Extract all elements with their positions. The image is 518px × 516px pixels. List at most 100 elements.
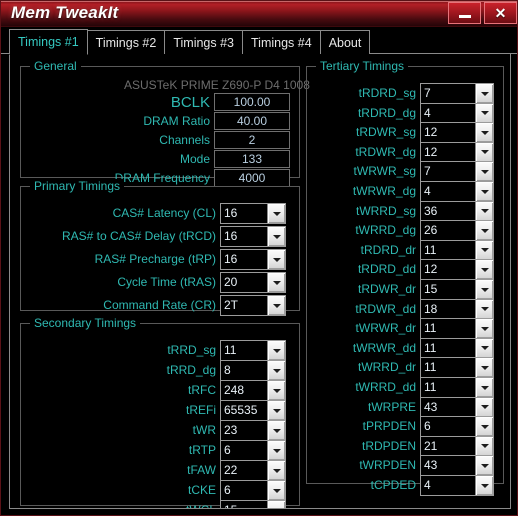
chevron-down-icon[interactable] [267, 501, 285, 508]
secondary-combo-trrd-dg[interactable]: 8 [220, 360, 286, 381]
chevron-down-icon[interactable] [475, 84, 493, 103]
tertiary-combo-twrrd-dr[interactable]: 11 [420, 357, 494, 379]
chevron-down-icon[interactable] [267, 381, 285, 400]
tertiary-label-trdrd-dd: tRDRD_dd [357, 262, 416, 277]
tertiary-combo-twrwr-dg[interactable]: 4 [420, 181, 494, 202]
chevron-down-icon[interactable] [267, 296, 285, 315]
tertiary-label-trdpden: tRDPDEN [361, 438, 416, 453]
chevron-down-icon[interactable] [475, 123, 493, 143]
chevron-down-icon[interactable] [475, 397, 493, 417]
chevron-down-icon[interactable] [475, 280, 493, 299]
tab-about[interactable]: About [319, 30, 371, 54]
chevron-down-icon[interactable] [475, 417, 493, 437]
chevron-down-glyph [272, 368, 281, 373]
chevron-down-icon[interactable] [475, 103, 493, 123]
chevron-down-icon[interactable] [475, 456, 493, 476]
tertiary-row: tWRWR_sg 7 [306, 161, 496, 183]
primary-combo-ras-precharge-trp-[interactable]: 16 [220, 249, 286, 270]
tertiary-combo-twrpden[interactable]: 43 [420, 455, 494, 477]
tertiary-combo-twrwr-sg[interactable]: 7 [420, 161, 494, 183]
chevron-down-icon[interactable] [267, 273, 285, 292]
tertiary-combo-trdpden[interactable]: 21 [420, 435, 494, 457]
chevron-down-icon[interactable] [475, 378, 493, 397]
tertiary-combo-trdwr-dg[interactable]: 12 [420, 141, 494, 163]
chevron-down-icon[interactable] [475, 201, 493, 221]
primary-combo-ras-to-cas-delay-trcd-[interactable]: 16 [220, 226, 286, 247]
chevron-down-icon[interactable] [475, 299, 493, 319]
chevron-down-icon[interactable] [267, 401, 285, 420]
chevron-down-icon[interactable] [267, 421, 285, 440]
tertiary-combo-tcpded[interactable]: 4 [420, 475, 494, 496]
secondary-row: tWCL 15 [20, 500, 290, 508]
tertiary-combo-trdwr-dr[interactable]: 15 [420, 279, 494, 300]
tertiary-combo-trdrd-dr[interactable]: 11 [420, 239, 494, 261]
tertiary-combo-twrwr-dr[interactable]: 11 [420, 318, 494, 340]
tab-timings-1[interactable]: Timings #1 [9, 29, 88, 55]
chevron-down-glyph [272, 488, 281, 493]
tertiary-combo-twrpre[interactable]: 43 [420, 396, 494, 418]
chevron-down-icon[interactable] [475, 240, 493, 260]
tab-list: Timings #1 Timings #2 Timings #3 Timings #4… [9, 29, 371, 55]
tertiary-combo-trdwr-dd[interactable]: 18 [420, 298, 494, 320]
secondary-combo-tfaw[interactable]: 22 [220, 460, 286, 481]
chevron-down-glyph [480, 248, 489, 253]
chevron-down-glyph [480, 365, 489, 370]
chevron-down-icon[interactable] [267, 227, 285, 246]
tertiary-combo-twrwr-dd[interactable]: 11 [420, 337, 494, 359]
secondary-combo-twcl[interactable]: 15 [220, 500, 286, 508]
combo-value: 7 [424, 164, 431, 179]
chevron-down-glyph [480, 307, 489, 312]
secondary-combo-tcke[interactable]: 6 [220, 480, 286, 501]
chevron-down-icon[interactable] [475, 221, 493, 241]
primary-combo-cycle-time-tras-[interactable]: 20 [220, 272, 286, 293]
chevron-down-icon[interactable] [267, 341, 285, 360]
tertiary-combo-trdwr-sg[interactable]: 12 [420, 122, 494, 144]
secondary-combo-twr[interactable]: 23 [220, 420, 286, 441]
tertiary-combo-twrrd-sg[interactable]: 36 [420, 200, 494, 222]
chevron-down-glyph [480, 385, 489, 390]
chevron-down-icon[interactable] [267, 461, 285, 480]
primary-combo-cas-latency-cl-[interactable]: 16 [220, 203, 286, 224]
chevron-down-icon[interactable] [267, 361, 285, 380]
tertiary-combo-trdrd-sg[interactable]: 7 [420, 83, 494, 104]
chevron-down-icon[interactable] [475, 142, 493, 162]
chevron-down-icon[interactable] [267, 441, 285, 460]
chevron-down-icon[interactable] [475, 436, 493, 456]
tertiary-row: tRDRD_dg 4 [306, 102, 496, 124]
combo-value: 15 [224, 501, 266, 508]
primary-combo-command-rate-cr-[interactable]: 2T [220, 295, 286, 316]
tab-timings-2[interactable]: Timings #2 [86, 30, 166, 54]
tertiary-row: tPRPDEN 6 [306, 416, 496, 438]
close-button[interactable]: ✕ [484, 2, 517, 24]
tertiary-row: tRDRD_dr 11 [306, 239, 496, 261]
chevron-down-icon[interactable] [267, 481, 285, 500]
chevron-down-icon[interactable] [475, 476, 493, 495]
chevron-down-icon[interactable] [475, 162, 493, 182]
chevron-down-icon[interactable] [475, 338, 493, 358]
tab-timings-3[interactable]: Timings #3 [164, 30, 244, 54]
chevron-down-icon[interactable] [475, 319, 493, 339]
secondary-combo-trfc[interactable]: 248 [220, 380, 286, 401]
chevron-down-icon[interactable] [267, 204, 285, 223]
title-bar[interactable]: Mem TweakIt ✕ [1, 1, 517, 27]
chevron-down-icon[interactable] [475, 260, 493, 280]
tertiary-combo-tprpden[interactable]: 6 [420, 416, 494, 438]
combo-value: 12 [424, 125, 438, 140]
tertiary-label-twrrd-dd: tWRRD_dd [355, 380, 416, 394]
tab-timings-4[interactable]: Timings #4 [242, 30, 321, 54]
chevron-down-icon[interactable] [475, 182, 493, 201]
chevron-down-icon[interactable] [267, 250, 285, 269]
combo-value: 23 [224, 423, 238, 437]
chevron-down-glyph [480, 91, 489, 96]
tertiary-combo-trdrd-dd[interactable]: 12 [420, 259, 494, 281]
secondary-combo-trefi[interactable]: 65535 [220, 400, 286, 421]
secondary-combo-trtp[interactable]: 6 [220, 440, 286, 461]
secondary-combo-trrd-sg[interactable]: 11 [220, 340, 286, 361]
tertiary-combo-trdrd-dg[interactable]: 4 [420, 102, 494, 124]
general-value-mode: 133 [214, 150, 290, 168]
tertiary-combo-twrrd-dg[interactable]: 26 [420, 220, 494, 242]
tertiary-combo-twrrd-dd[interactable]: 11 [420, 377, 494, 398]
chevron-down-icon[interactable] [475, 358, 493, 378]
minimize-button[interactable] [448, 2, 481, 24]
general-row: DRAM Ratio 40.00 [20, 112, 290, 131]
